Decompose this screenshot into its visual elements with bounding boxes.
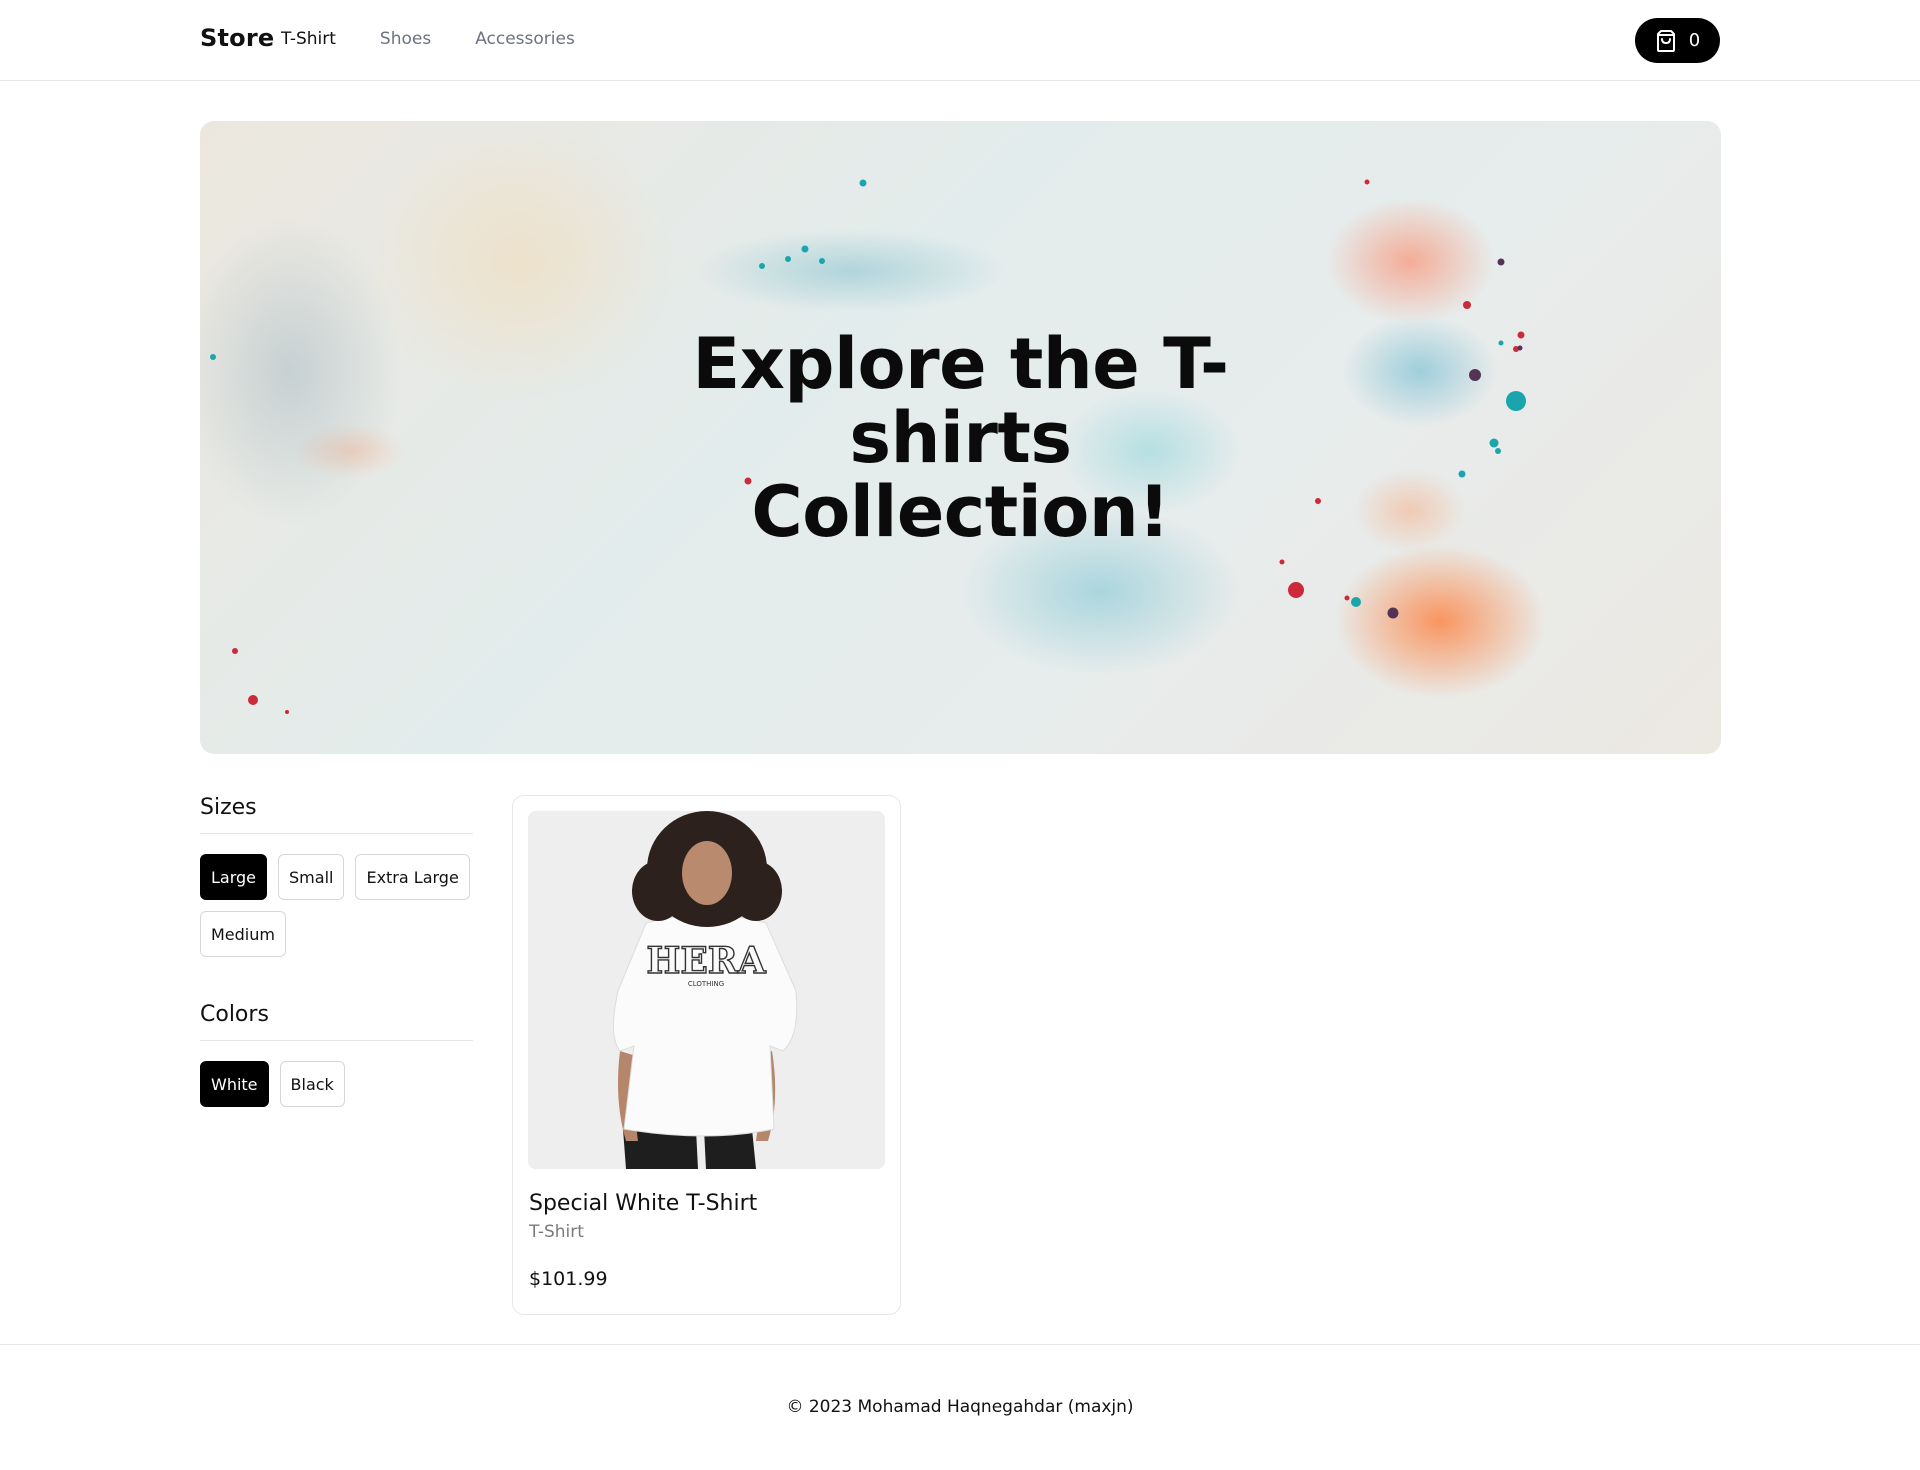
product-category: T-Shirt: [529, 1222, 584, 1242]
nav-link-accessories[interactable]: Accessories: [475, 29, 575, 49]
cart-count: 0: [1688, 30, 1701, 51]
size-option-small[interactable]: Small: [278, 854, 345, 900]
copyright-text: © 2023 Mohamad Haqnegahdar (maxjn): [786, 1397, 1134, 1417]
size-option-extra-large[interactable]: Extra Large: [355, 854, 470, 900]
filter-sidebar: Sizes Large Small Extra Large Medium Col…: [200, 795, 473, 1107]
cart-button[interactable]: 0: [1635, 18, 1720, 63]
shirt-print-text: HERA: [646, 940, 766, 982]
shopping-bag-icon: [1655, 29, 1677, 53]
hero-title: Explore the T-shirts Collection!: [692, 322, 1229, 553]
product-image[interactable]: HERA CLOTHING: [528, 811, 885, 1169]
product-price: $101.99: [529, 1268, 608, 1290]
colors-heading: Colors: [200, 1002, 269, 1027]
size-options: Large Small Extra Large Medium: [200, 854, 473, 957]
sizes-heading: Sizes: [200, 795, 257, 820]
top-navigation-bar: Store T-Shirt Shoes Accessories 0: [0, 0, 1920, 81]
product-card[interactable]: HERA CLOTHING Special White T-Shirt T-Sh…: [512, 795, 901, 1315]
divider: [200, 1040, 473, 1041]
category-nav: T-Shirt Shoes Accessories: [281, 29, 619, 49]
shirt-print-subtext: CLOTHING: [688, 980, 724, 988]
store-logo[interactable]: Store: [200, 24, 274, 52]
size-option-large[interactable]: Large: [200, 854, 268, 900]
color-option-white[interactable]: White: [200, 1061, 269, 1107]
color-option-black[interactable]: Black: [279, 1061, 345, 1107]
nav-link-shoes[interactable]: Shoes: [380, 29, 431, 49]
sizes-filter: Sizes Large Small Extra Large Medium: [200, 795, 473, 957]
nav-link-t-shirt[interactable]: T-Shirt: [281, 29, 336, 49]
product-name[interactable]: Special White T-Shirt: [529, 1191, 757, 1216]
hero-banner: Explore the T-shirts Collection!: [200, 121, 1721, 754]
site-footer: © 2023 Mohamad Haqnegahdar (maxjn): [0, 1344, 1920, 1470]
divider: [200, 833, 473, 834]
color-options: White Black: [200, 1061, 473, 1107]
colors-filter: Colors White Black: [200, 1002, 473, 1107]
size-option-medium[interactable]: Medium: [200, 911, 286, 957]
